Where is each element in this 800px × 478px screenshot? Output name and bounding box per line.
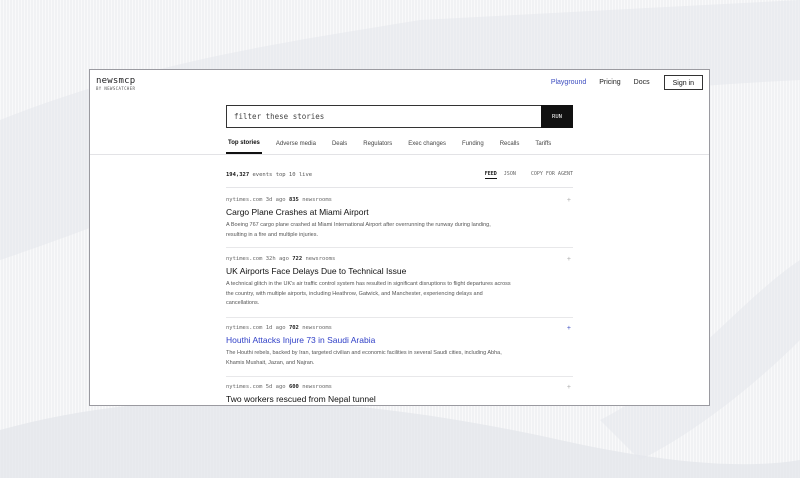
events-label: events [252, 172, 273, 178]
expand-icon[interactable]: + [567, 255, 571, 264]
live-label: live [298, 172, 313, 178]
tab-regulators[interactable]: Regulators [361, 134, 394, 154]
story-newsrooms-label: newsrooms [302, 325, 332, 331]
expand-icon[interactable]: + [567, 196, 571, 205]
story-divider [226, 317, 573, 318]
story-newsrooms-count: 835 [288, 197, 299, 203]
story-summary: A Boeing 767 cargo plane crashed at Miam… [226, 222, 491, 238]
top-label: top 10 [275, 172, 296, 178]
story-age: 32h ago [265, 256, 289, 262]
logo-subtitle: BY NEWSCATCHER [96, 86, 136, 91]
expand-icon[interactable]: + [567, 383, 571, 392]
category-tabs: Top stories Adverse media Deals Regulato… [226, 134, 573, 154]
tab-funding[interactable]: Funding [460, 134, 486, 154]
story-item: nytimes.com 3d ago 835 newsrooms + Cargo… [226, 196, 573, 240]
story-title[interactable]: UK Airports Face Delays Due to Technical… [226, 266, 573, 277]
tab-exec-changes[interactable]: Exec changes [406, 134, 448, 154]
list-divider [226, 187, 573, 188]
story-title[interactable]: Two workers rescued from Nepal tunnel [226, 394, 573, 405]
sign-in-button[interactable]: Sign in [663, 75, 703, 90]
events-count: 194,327 [226, 172, 250, 178]
story-newsrooms-count: 702 [288, 325, 299, 331]
app-window: newsmcp BY NEWSCATCHER Playground Pricin… [89, 69, 710, 406]
story-title[interactable]: Cargo Plane Crashes at Miami Airport [226, 207, 573, 218]
story-summary: A technical glitch in the UK's air traff… [226, 281, 511, 306]
main-nav: Playground Pricing Docs Sign in [538, 75, 703, 90]
search-bar: RUN [226, 105, 573, 128]
logo[interactable]: newsmcp BY NEWSCATCHER [96, 76, 135, 91]
nav-pricing[interactable]: Pricing [599, 79, 620, 86]
tab-tariffs[interactable]: Tariffs [533, 134, 553, 154]
story-item: nytimes.com 5d ago 600 newsrooms + Two w… [226, 383, 573, 405]
nav-playground[interactable]: Playground [551, 79, 586, 86]
story-age: 3d ago [265, 197, 286, 203]
story-source: nytimes.com [226, 384, 263, 390]
story-source: nytimes.com [226, 197, 263, 203]
story-newsrooms-count: 722 [292, 256, 303, 262]
story-item: nytimes.com 1d ago 702 newsrooms + Houth… [226, 324, 573, 368]
filter-input[interactable] [226, 105, 541, 128]
story-meta: nytimes.com 32h ago 722 newsrooms [226, 255, 573, 264]
expand-icon[interactable]: + [567, 324, 571, 333]
story-summary: The Houthi rebels, backed by Iran, targe… [226, 350, 502, 366]
nav-docs[interactable]: Docs [634, 79, 650, 86]
story-newsrooms-label: newsrooms [302, 197, 332, 203]
view-toggle: FEED JSON COPY FOR AGENT [478, 171, 573, 179]
story-title[interactable]: Houthi Attacks Injure 73 in Saudi Arabia [226, 335, 573, 346]
story-divider [226, 376, 573, 377]
stats-line: 194,327 events top 10 live [226, 172, 312, 178]
story-meta: nytimes.com 5d ago 600 newsrooms [226, 383, 573, 392]
json-view-button[interactable]: JSON [504, 171, 516, 179]
feed-view-button[interactable]: FEED [484, 171, 497, 179]
run-button[interactable]: RUN [541, 105, 573, 128]
copy-for-agent-button[interactable]: COPY FOR AGENT [531, 171, 573, 179]
story-source: nytimes.com [226, 325, 263, 331]
tabs-divider [90, 154, 709, 155]
story-newsrooms-label: newsrooms [302, 384, 332, 390]
logo-text: newsmcp [96, 76, 136, 86]
story-item: nytimes.com 32h ago 722 newsrooms + UK A… [226, 255, 573, 309]
story-source: nytimes.com [226, 256, 263, 262]
story-meta: nytimes.com 1d ago 702 newsrooms [226, 324, 573, 333]
story-age: 1d ago [265, 325, 286, 331]
tab-adverse-media[interactable]: Adverse media [274, 134, 318, 154]
story-divider [226, 247, 573, 248]
story-meta: nytimes.com 3d ago 835 newsrooms [226, 196, 573, 205]
story-newsrooms-label: newsrooms [305, 256, 336, 262]
story-age: 5d ago [265, 384, 286, 390]
top-bar: newsmcp BY NEWSCATCHER Playground Pricin… [90, 70, 709, 100]
story-newsrooms-count: 600 [288, 384, 299, 390]
tab-top-stories[interactable]: Top stories [226, 134, 262, 154]
tab-deals[interactable]: Deals [330, 134, 349, 154]
tab-recalls[interactable]: Recalls [498, 134, 522, 154]
